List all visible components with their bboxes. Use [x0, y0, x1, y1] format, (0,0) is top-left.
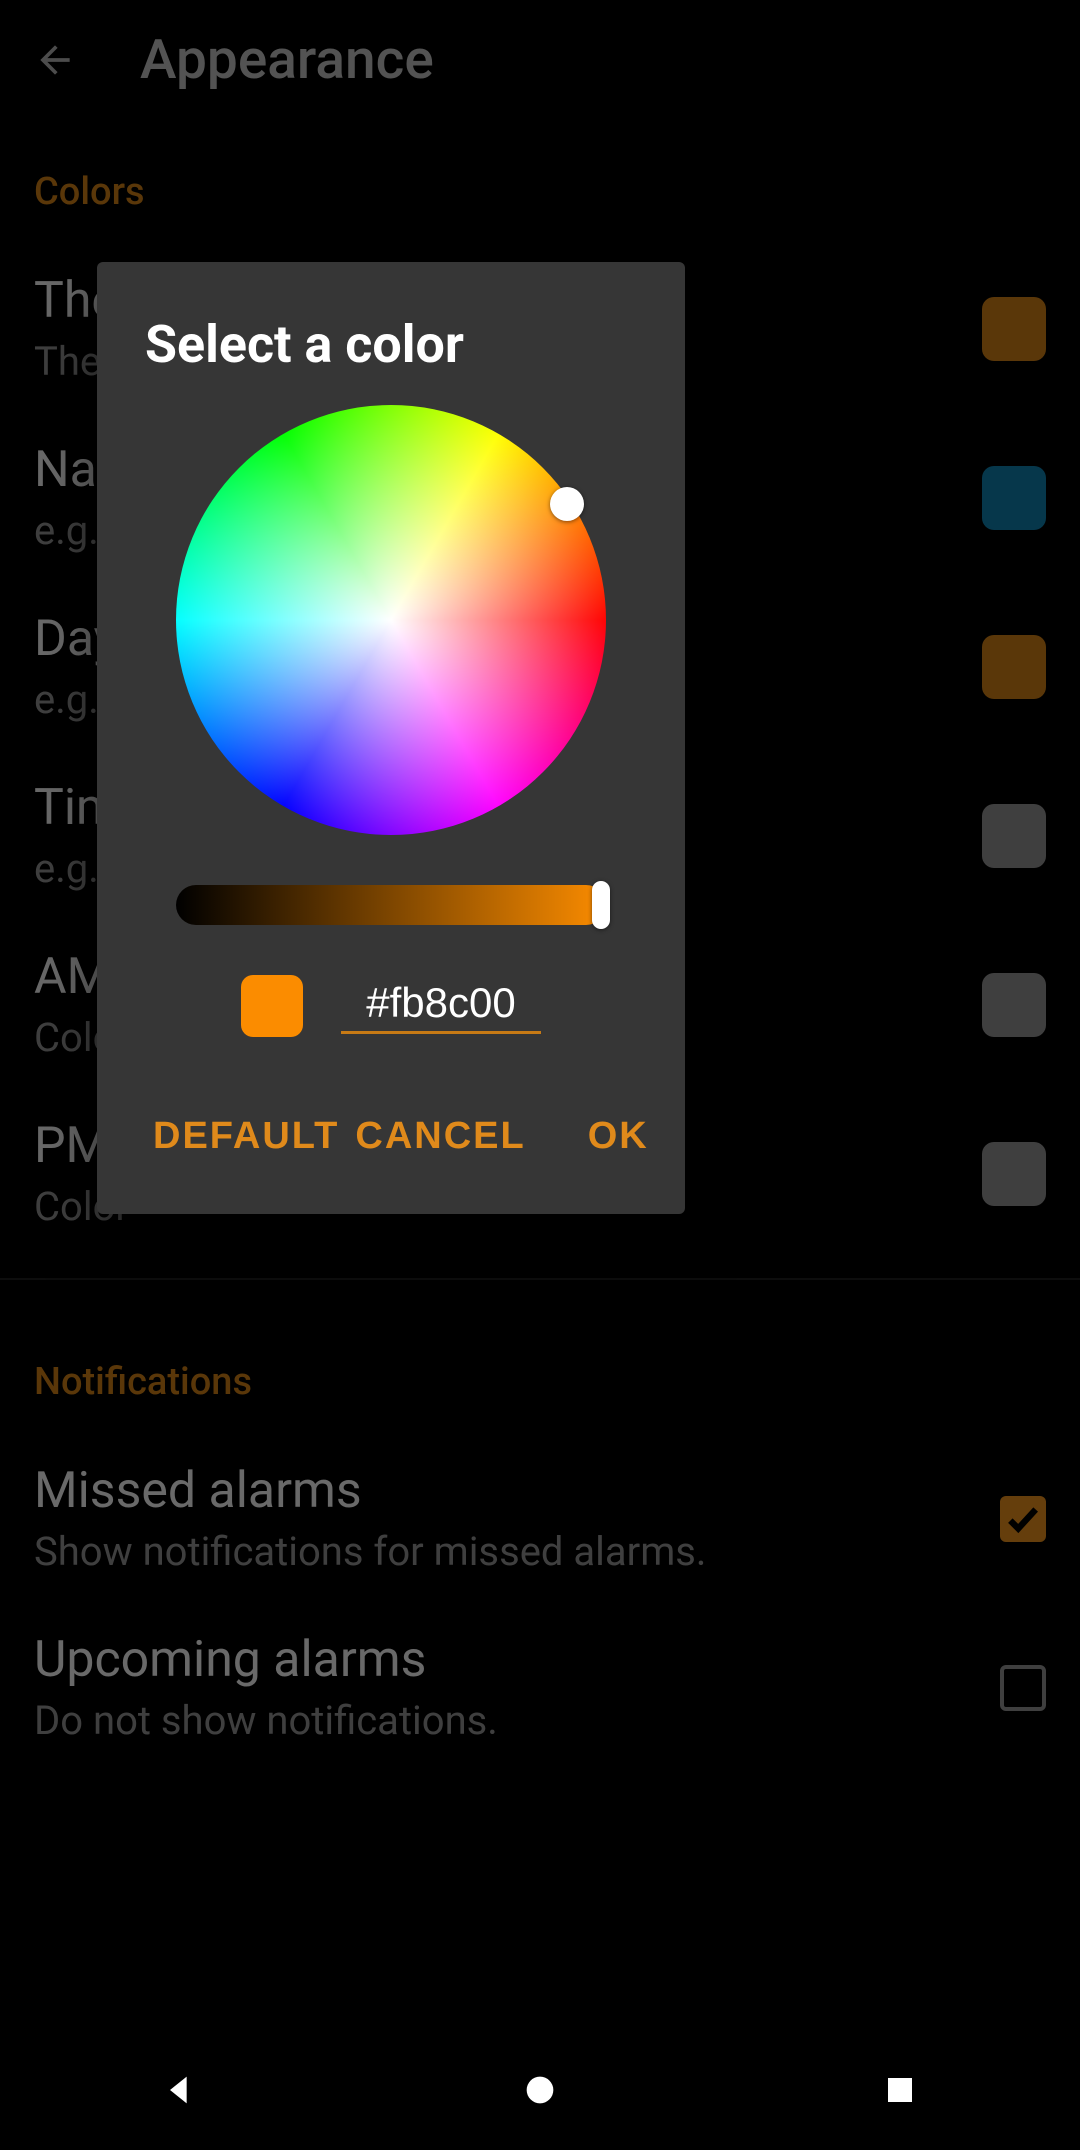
nav-home-icon[interactable]	[510, 2060, 570, 2120]
cancel-button[interactable]: CANCEL	[347, 1103, 533, 1170]
color-picker-dialog: Select a color DEFAULT CANCEL OK	[97, 262, 685, 1214]
nav-recent-icon[interactable]	[870, 2060, 930, 2120]
brightness-slider[interactable]	[176, 885, 606, 925]
android-navbar	[0, 2030, 1080, 2150]
hue-wheel-gradient	[176, 405, 606, 835]
brightness-slider-handle[interactable]	[592, 881, 610, 929]
dialog-title: Select a color	[145, 314, 637, 375]
dialog-button-row: DEFAULT CANCEL OK	[145, 1087, 637, 1194]
hex-row	[145, 975, 637, 1037]
default-button[interactable]: DEFAULT	[145, 1103, 347, 1170]
hue-wheel-handle[interactable]	[550, 487, 584, 521]
selected-color-swatch	[241, 975, 303, 1037]
hue-wheel[interactable]	[176, 405, 606, 835]
nav-back-icon[interactable]	[150, 2060, 210, 2120]
hex-input[interactable]	[341, 979, 541, 1034]
ok-button[interactable]: OK	[580, 1103, 657, 1170]
